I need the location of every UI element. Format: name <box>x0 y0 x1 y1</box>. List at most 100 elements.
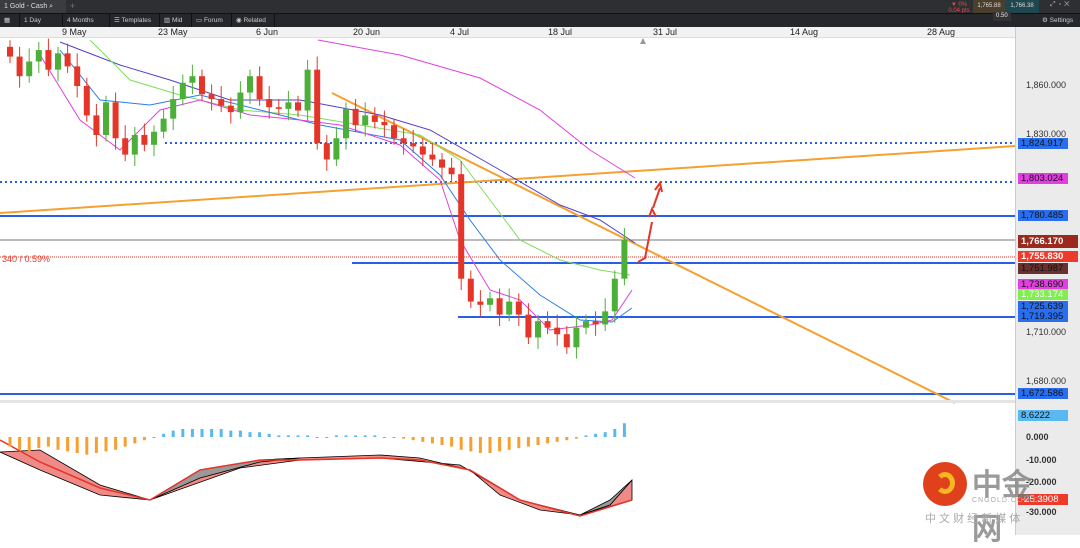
macd-hist-bar <box>152 437 156 438</box>
axis-label: 1,860.000 <box>1026 80 1067 90</box>
macd-signal-line <box>0 439 633 517</box>
candle-body <box>170 99 177 119</box>
macd-hist-bar <box>574 437 578 439</box>
macd-hist-bar <box>488 437 492 453</box>
candle-body <box>74 66 81 86</box>
candle-body <box>439 159 445 168</box>
axis-label: 1,710.000 <box>1026 327 1067 337</box>
candle-body <box>448 167 455 175</box>
candle-body <box>333 138 340 160</box>
macd-hist-bar <box>114 437 118 450</box>
macd-hist-bar <box>200 429 204 437</box>
candle-body <box>419 146 426 155</box>
candle-body <box>583 321 589 328</box>
arrow-up-2 <box>652 187 661 209</box>
macd-hist-bar <box>190 429 194 437</box>
candle-body <box>487 298 493 305</box>
macd-hist-bar <box>325 437 329 438</box>
macd-hist-bar <box>85 437 89 455</box>
candle-body <box>506 301 513 315</box>
macd-hist-bar <box>258 432 262 437</box>
macd-hist-bar <box>296 435 300 437</box>
macd-hist-bar <box>594 433 598 437</box>
macd-hist-bar <box>66 437 70 452</box>
macd-hist-bar <box>123 437 127 447</box>
candle-body <box>112 102 119 139</box>
scroll-marker-icon <box>640 38 646 44</box>
candle-body <box>602 311 609 325</box>
candle-body <box>592 321 599 325</box>
candle-body <box>7 46 13 57</box>
candle-body <box>218 99 225 106</box>
macd-hist-bar <box>392 437 396 438</box>
last-price-tag: 1,766.170 <box>1018 235 1078 248</box>
candle-body <box>35 50 42 62</box>
candle-body <box>122 138 129 155</box>
macd-hist-bar <box>229 430 233 437</box>
macd-hist-bar <box>459 437 463 450</box>
candle-body <box>362 115 369 126</box>
macd-hist-bar <box>27 437 31 452</box>
watermark: 中金网 CNGOLD.COM.CN 中 文 财 经 新 媒 体 <box>920 460 1055 546</box>
cngold-logo-icon <box>923 462 967 506</box>
macd-hist-bar <box>363 435 367 437</box>
macd-hist-bar <box>421 437 425 442</box>
price-tag: 1,672.586 <box>1018 388 1068 399</box>
candle-body <box>477 301 484 305</box>
candle-body <box>323 143 330 160</box>
candle-body <box>266 99 273 108</box>
macd-hist-bar <box>334 435 338 437</box>
price-axis[interactable]: 1,860.000 1,830.000 1,710.000 1,680.000 … <box>1015 27 1080 535</box>
candle-body <box>314 69 321 144</box>
candle-body <box>26 61 33 77</box>
window-controls[interactable]: ⤢▫✕ <box>1050 1 1072 9</box>
macd-hist-bar <box>613 429 617 437</box>
candle-body <box>573 327 580 348</box>
candle-body <box>45 50 52 70</box>
macd-hist-bar <box>584 435 588 437</box>
macd-hist-bar <box>402 437 406 439</box>
macd-hist-bar <box>536 437 540 445</box>
candle-body <box>544 321 551 328</box>
arrow-up-1 <box>637 221 653 263</box>
price-tag: 1,780.485 <box>1018 210 1068 221</box>
candle-body <box>64 53 71 67</box>
macd-histogram <box>8 423 626 455</box>
macd-hist-bar <box>56 437 60 450</box>
candle-body <box>525 314 532 338</box>
candle-body <box>179 82 186 100</box>
macd-hist-bar <box>450 437 454 447</box>
macd-hist-bar <box>8 437 12 447</box>
candle-body <box>343 108 349 139</box>
macd-hist-bar <box>622 423 626 437</box>
candle-body <box>285 102 292 109</box>
candle-body <box>151 131 157 145</box>
macd-hist-bar <box>142 437 146 441</box>
candle-body <box>458 174 465 279</box>
macd-hist-bar <box>555 437 559 442</box>
macd-hist-bar <box>344 435 348 437</box>
change-label: 340 / 0.59% <box>2 254 50 264</box>
macd-hist-bar <box>133 437 137 444</box>
macd-hist-bar <box>104 437 108 452</box>
candle-body <box>352 108 359 126</box>
macd-hist-bar <box>430 437 434 444</box>
trendline-falling <box>331 92 956 404</box>
macd-hist-bar <box>373 435 377 437</box>
macd-hist-bar <box>440 437 444 445</box>
candle-body <box>563 334 570 348</box>
pane-divider[interactable] <box>0 400 1015 403</box>
candle-body <box>247 76 253 93</box>
candle-body <box>160 118 167 132</box>
macd-hist-bar <box>286 435 290 437</box>
settings-button[interactable]: ⚙ Settings <box>1038 14 1080 27</box>
candle-body <box>429 154 436 160</box>
candle-body <box>381 121 388 126</box>
price-chart[interactable]: 340 / 0.59% <box>0 0 1015 535</box>
bid-price-tag: 1,755.830 <box>1018 251 1078 262</box>
macd-hist-bar <box>75 437 79 453</box>
macd-hist-bar <box>565 437 569 441</box>
candle-body <box>621 239 628 279</box>
macd-hist-bar <box>546 437 550 444</box>
price-tag: 1,824.917 <box>1018 138 1068 149</box>
